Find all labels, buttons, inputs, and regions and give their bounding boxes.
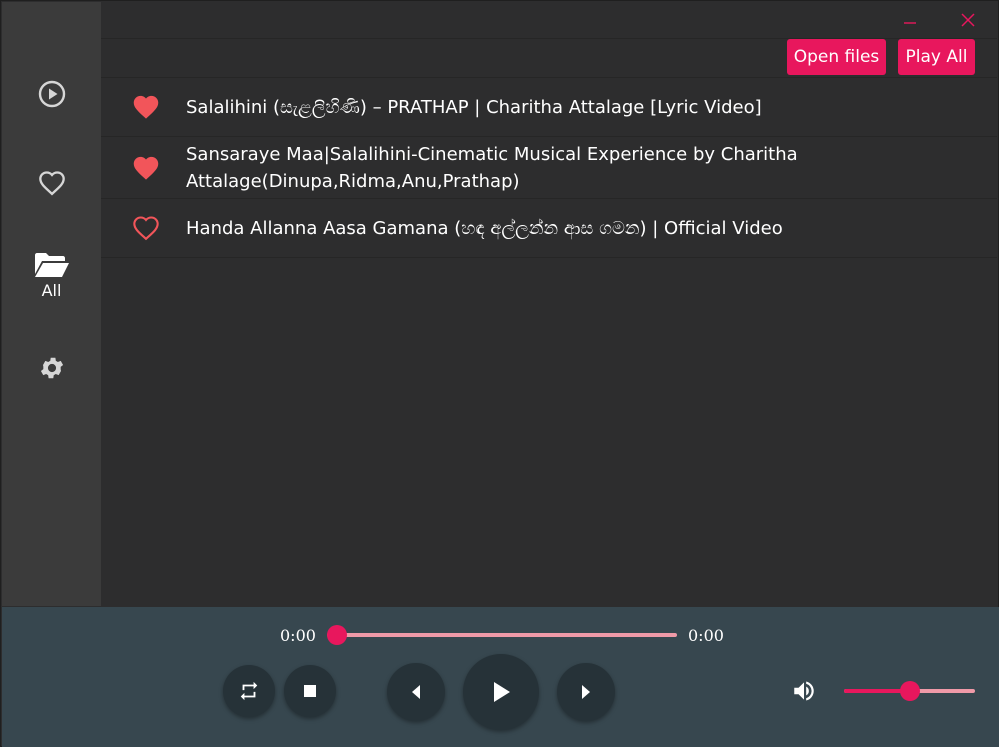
sidebar-item-favourites[interactable]	[2, 170, 101, 196]
heart-filled-icon[interactable]	[132, 155, 160, 181]
track-title: Sansaraye Maa|Salalihini-Cinematic Music…	[186, 143, 798, 192]
seek-bar[interactable]	[327, 625, 677, 645]
sidebar-item-now-playing[interactable]	[2, 80, 101, 108]
gear-icon	[40, 357, 63, 379]
play-circle-icon	[38, 80, 65, 108]
toolbar: Open files Play All	[101, 39, 997, 77]
track-title: Salalihini (සැළලිහිණි) – PRATHAP | Chari…	[186, 96, 762, 118]
open-files-button[interactable]: Open files	[787, 39, 886, 75]
heart-outline-icon[interactable]	[132, 215, 160, 241]
list-item[interactable]: Sansaraye Maa|Salalihini-Cinematic Music…	[101, 136, 997, 198]
track-title: Handa Allanna Aasa Gamana (හඳ අල්ලන්න ආස…	[186, 217, 783, 239]
close-button[interactable]	[954, 8, 982, 32]
player-bar: 0:00 0:00	[2, 607, 999, 747]
title-bar	[101, 2, 997, 39]
next-icon	[582, 685, 590, 699]
track-list: Salalihini (සැළලිහිණි) – PRATHAP | Chari…	[101, 77, 997, 258]
play-icon	[494, 682, 510, 702]
play-button[interactable]	[463, 654, 539, 730]
list-item[interactable]: Handa Allanna Aasa Gamana (හඳ අල්ලන්න ආස…	[101, 198, 997, 258]
close-icon	[961, 13, 975, 27]
heart-outline-icon	[38, 171, 65, 196]
seek-thumb[interactable]	[327, 625, 347, 645]
current-time: 0:00	[280, 626, 316, 645]
volume-button[interactable]	[790, 678, 820, 704]
previous-button[interactable]	[387, 663, 445, 721]
volume-thumb[interactable]	[899, 681, 920, 701]
app-window: All Open files Play All Salalihini (සැළල…	[0, 0, 999, 747]
total-time: 0:00	[688, 626, 724, 645]
play-all-button[interactable]: Play All	[898, 39, 975, 75]
folder-open-icon	[34, 253, 69, 277]
sidebar: All	[2, 2, 101, 606]
volume-icon	[794, 681, 814, 701]
minimize-icon	[904, 22, 916, 24]
next-button[interactable]	[557, 663, 615, 721]
sidebar-item-all[interactable]: All	[2, 252, 101, 300]
repeat-button[interactable]	[223, 665, 275, 717]
previous-icon	[412, 685, 420, 699]
heart-filled-icon[interactable]	[132, 94, 160, 120]
list-item[interactable]: Salalihini (සැළලිහිණි) – PRATHAP | Chari…	[101, 77, 997, 136]
volume-slider[interactable]	[844, 681, 975, 701]
repeat-icon	[240, 681, 258, 701]
minimize-button[interactable]	[896, 8, 924, 32]
sidebar-item-settings[interactable]	[2, 354, 101, 382]
stop-button[interactable]	[284, 665, 336, 717]
sidebar-item-label: All	[41, 281, 62, 300]
stop-icon	[304, 685, 316, 697]
